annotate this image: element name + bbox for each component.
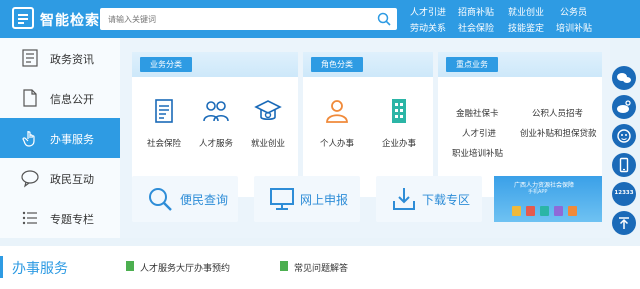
nav-item-gov-news[interactable]: 政务资讯 [0, 38, 120, 78]
document-list-icon [22, 49, 38, 67]
flag-icon [126, 261, 134, 271]
service-personal[interactable]: 个人办事 [311, 97, 363, 149]
key-link-training-subsidy[interactable]: 职业培训补贴 [452, 147, 503, 159]
mobile-icon [619, 157, 629, 173]
nav-item-services[interactable]: 办事服务 [0, 118, 120, 158]
bottom-services-bar: 办事服务 人才服务大厅办事预约 常见问题解答 [0, 246, 640, 289]
banner-subtitle: 手机APP [528, 189, 548, 195]
header-link-employment[interactable]: 就业创业 [508, 5, 544, 18]
hotline-icon: 12333 [614, 190, 634, 196]
service-social-insurance[interactable]: 社会保险 [140, 97, 188, 149]
smart-search-title: 智能检索 [40, 13, 100, 29]
service-enterprise[interactable]: 企业办事 [371, 97, 427, 149]
app-banner[interactable]: 广西人力资源社会保障 手机APP [494, 176, 602, 222]
section-title: 办事服务 [12, 261, 68, 277]
mobile-button[interactable] [612, 153, 636, 177]
card-tag: 角色分类 [311, 57, 363, 72]
convenient-query-button[interactable]: 便民查询 [132, 176, 238, 222]
graduate-cap-icon [254, 100, 282, 121]
nav-item-special-topics[interactable]: 专题专栏 [0, 198, 120, 238]
banner-app-tile [554, 206, 563, 216]
insurance-doc-icon [155, 99, 173, 123]
bottom-link-appointment[interactable]: 人才服务大厅办事预约 [140, 261, 230, 274]
card-tag: 业务分类 [140, 57, 192, 72]
search-icon[interactable] [376, 11, 392, 27]
key-link-recruitment[interactable]: 公积人员招考 [532, 107, 583, 119]
wechat-button[interactable] [612, 66, 636, 90]
service-employment[interactable]: 就业创业 [244, 97, 292, 149]
banner-app-tile [568, 206, 577, 216]
key-link-financial-card[interactable]: 金融社保卡 [456, 107, 499, 119]
back-to-top-icon [619, 217, 629, 229]
site-header: 智能检索 人才引进 招商补贴 就业创业 公务员 劳动关系 社会保险 技能鉴定 培… [0, 0, 640, 38]
header-link-social-insurance[interactable]: 社会保险 [458, 21, 494, 34]
banner-app-tile [512, 206, 521, 216]
header-link-investment-subsidy[interactable]: 招商补贴 [458, 5, 494, 18]
chat-bubble-icon [21, 170, 39, 188]
nav-label: 政务资讯 [50, 53, 94, 66]
header-link-talent-introduction[interactable]: 人才引进 [410, 5, 446, 18]
weibo-button[interactable] [612, 95, 636, 119]
people-group-icon [203, 101, 229, 122]
nav-item-info-disclosure[interactable]: 信息公开 [0, 78, 120, 118]
header-link-labor-relations[interactable]: 劳动关系 [410, 21, 446, 34]
card-tag: 重点业务 [446, 57, 498, 72]
key-link-talent[interactable]: 人才引进 [462, 127, 496, 139]
nav-label: 办事服务 [50, 133, 94, 146]
nav-label: 专题专栏 [50, 213, 94, 226]
header-link-skill-appraisal[interactable]: 技能鉴定 [508, 21, 544, 34]
flag-icon [280, 261, 288, 271]
person-icon [326, 100, 348, 123]
hand-pointer-icon [22, 131, 35, 147]
services-main: 业务分类 社会保险 人才服务 就业创业 角色分类 个人办事 企业办事 重点业务 … [120, 38, 610, 238]
banner-app-tile [526, 206, 535, 216]
search-box[interactable] [100, 8, 397, 30]
wechat-icon [617, 73, 631, 83]
download-zone-button[interactable]: 下载专区 [376, 176, 482, 222]
nav-item-interaction[interactable]: 政民互动 [0, 158, 120, 198]
computer-icon [270, 188, 294, 210]
robot-button[interactable] [612, 124, 636, 148]
building-icon [392, 99, 406, 123]
header-link-training-subsidy[interactable]: 培训补贴 [556, 21, 592, 34]
smart-search-logo-icon [12, 7, 34, 29]
robot-icon [617, 129, 631, 143]
back-to-top-button[interactable] [612, 211, 636, 235]
bottom-link-faq[interactable]: 常见问题解答 [294, 261, 348, 274]
key-link-startup-loan[interactable]: 创业补贴和担保贷款 [520, 127, 597, 139]
search-input[interactable] [108, 11, 368, 27]
nav-label: 信息公开 [50, 93, 94, 106]
online-declaration-button[interactable]: 网上申报 [254, 176, 360, 222]
banner-app-tile [540, 206, 549, 216]
hotline-button[interactable]: 12333 [612, 182, 636, 206]
file-icon [23, 89, 37, 107]
header-link-civil-servant[interactable]: 公务员 [560, 5, 587, 18]
weibo-icon [617, 100, 631, 113]
left-navigation: 政务资讯 信息公开 办事服务 政民互动 专题专栏 [0, 38, 120, 238]
download-icon [393, 188, 415, 210]
service-talent[interactable]: 人才服务 [192, 97, 240, 149]
nav-label: 政民互动 [50, 173, 94, 186]
list-icon [22, 211, 37, 225]
search-icon [149, 188, 172, 211]
